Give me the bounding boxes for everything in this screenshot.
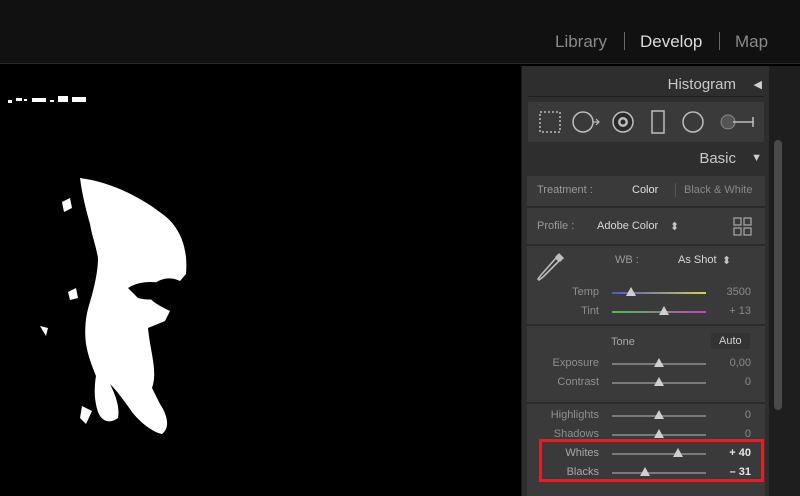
module-map[interactable]: Map <box>735 32 768 52</box>
slider-label-contrast: Contrast <box>557 376 599 388</box>
develop-right-panel: Histogram ◀ Basic ▼ Treatment: Color Bl… <box>521 66 770 496</box>
exposure-slider-thumb[interactable] <box>654 358 664 367</box>
tint-slider-track[interactable] <box>612 306 706 315</box>
photo-preview <box>8 96 187 434</box>
highlights-slider-track[interactable] <box>612 410 706 419</box>
highlights-slider-thumb[interactable] <box>654 410 664 419</box>
treatment-bw-option[interactable]: Black & White <box>684 184 752 196</box>
histogram-title: Histogram <box>667 76 736 93</box>
slider-label-highlights: Highlights <box>550 409 599 421</box>
treatment-label: Treatment : <box>537 184 593 196</box>
slider-label-exposure: Exposure <box>552 357 599 369</box>
profile-row: Profile : Adobe Color ⬍ <box>527 208 765 244</box>
graduated-filter-icon[interactable] <box>651 110 665 134</box>
contrast-slider-thumb[interactable] <box>654 377 664 386</box>
slider-label-shadows: Shadows <box>553 428 599 440</box>
slider-label-whites: Whites <box>565 447 599 459</box>
module-separator <box>719 32 720 50</box>
treatment-row: Treatment : Color Black & White <box>527 176 765 206</box>
spot-removal-icon[interactable] <box>572 111 600 133</box>
grid-icon[interactable] <box>733 217 753 237</box>
exposure-slider-track[interactable] <box>612 358 706 367</box>
module-picker: Library Develop Map <box>0 0 800 64</box>
temp-slider-track[interactable] <box>612 287 706 296</box>
scrollbar-thumb[interactable] <box>774 140 782 410</box>
slider-value-exposure[interactable]: 0,00 <box>730 357 751 369</box>
slider-value-contrast[interactable]: 0 <box>745 376 751 388</box>
blacks-slider-track[interactable] <box>612 467 706 476</box>
module-library[interactable]: Library <box>555 32 607 52</box>
profile-label: Profile : <box>537 220 575 232</box>
blacks-slider-thumb[interactable] <box>639 467 650 476</box>
panel-scrollbar[interactable] <box>769 66 800 496</box>
profile-select-arrows[interactable]: ⬍ <box>670 220 679 233</box>
highlights-section: Highlights 0 Shadows 0 Whites + 40 Black… <box>527 404 765 496</box>
panel-divider <box>528 96 764 97</box>
wb-select-arrows[interactable]: ⬍ <box>722 254 731 267</box>
profile-select[interactable]: Adobe Color <box>597 220 658 232</box>
temp-slider-thumb[interactable] <box>625 287 636 296</box>
slider-value-tint[interactable]: + 13 <box>729 305 751 317</box>
white-balance-section: WB : As Shot ⬍ Temp 3500 Tint + 13 <box>527 246 765 324</box>
basic-header[interactable]: Basic ▼ <box>522 146 770 176</box>
tone-section: Tone Auto Exposure 0,00 Contrast 0 <box>527 326 765 402</box>
tint-slider-thumb[interactable] <box>658 306 669 315</box>
slider-label-temp: Temp <box>572 286 599 298</box>
slider-value-temp[interactable]: 3500 <box>727 286 751 298</box>
shadows-slider-thumb[interactable] <box>654 429 664 438</box>
red-eye-icon[interactable] <box>612 111 634 133</box>
triangle-down-icon[interactable]: ▼ <box>751 152 762 164</box>
image-viewport[interactable] <box>0 66 520 496</box>
slider-value-whites[interactable]: + 40 <box>729 447 751 459</box>
basic-title: Basic <box>699 150 736 167</box>
triangle-left-icon[interactable]: ◀ <box>754 78 762 91</box>
slider-value-highlights[interactable]: 0 <box>745 409 751 421</box>
shadows-slider-track[interactable] <box>612 429 706 438</box>
eyedropper-icon[interactable] <box>535 250 567 284</box>
wb-select[interactable]: As Shot <box>678 254 717 266</box>
treatment-divider <box>675 183 676 197</box>
treatment-color-option[interactable]: Color <box>632 184 658 196</box>
tone-label: Tone <box>611 336 635 348</box>
whites-slider-thumb[interactable] <box>672 448 683 457</box>
slider-label-tint: Tint <box>581 305 599 317</box>
auto-button[interactable]: Auto <box>711 333 750 349</box>
slider-label-blacks: Blacks <box>566 466 599 478</box>
whites-slider-track[interactable] <box>612 448 706 457</box>
wb-label: WB : <box>615 254 639 266</box>
module-separator <box>624 32 625 50</box>
radial-filter-icon[interactable] <box>682 111 704 133</box>
adjustment-brush-icon[interactable] <box>720 114 754 130</box>
slider-value-blacks[interactable]: – 31 <box>730 466 751 478</box>
slider-value-shadows[interactable]: 0 <box>745 428 751 440</box>
contrast-slider-track[interactable] <box>612 377 706 386</box>
crop-icon[interactable] <box>539 111 561 133</box>
module-develop[interactable]: Develop <box>640 32 702 52</box>
tool-strip <box>528 102 764 142</box>
